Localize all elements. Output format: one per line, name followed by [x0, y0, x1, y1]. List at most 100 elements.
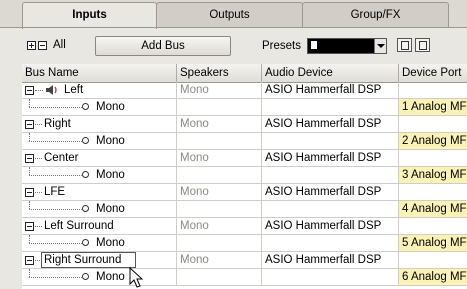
channel-row[interactable]: Mono 5 Analog MF — [22, 235, 467, 252]
bus-name-cell[interactable]: Right Surround — [22, 252, 177, 268]
channel-row[interactable]: Mono 3 Analog MF — [22, 167, 467, 184]
bus-name-cell[interactable]: Left Surround — [22, 218, 177, 234]
channel-name-cell[interactable]: Mono — [22, 201, 177, 217]
audio-device-cell[interactable]: ASIO Hammerfall DSP — [262, 116, 399, 132]
speakers-cell — [177, 235, 262, 251]
tree-line — [29, 201, 30, 209]
speakers-cell[interactable]: Mono — [177, 116, 262, 132]
device-port-cell[interactable]: 2 Analog MF — [399, 133, 467, 149]
device-port-cell[interactable] — [399, 252, 467, 268]
channel-name-cell[interactable]: Mono — [22, 235, 177, 251]
collapse-icon[interactable] — [25, 256, 34, 265]
channel-name-cell[interactable]: Mono — [22, 133, 177, 149]
tab-outputs[interactable]: Outputs — [156, 2, 303, 28]
audio-device-cell[interactable]: ASIO Hammerfall DSP — [262, 218, 399, 234]
bus-name-cell[interactable]: Left — [22, 82, 177, 98]
speakers-cell — [177, 167, 262, 183]
vst-connections-window: Inputs Outputs Group/FX All Add Bus Pres… — [0, 0, 467, 289]
device-port-cell[interactable]: 4 Analog MF — [399, 201, 467, 217]
channel-label: Mono — [96, 237, 125, 249]
bus-name-label: LFE — [44, 186, 66, 198]
channel-label: Mono — [96, 169, 125, 181]
audio-device-cell[interactable]: ASIO Hammerfall DSP — [262, 82, 399, 98]
channel-row[interactable]: Mono 4 Analog MF — [22, 201, 467, 218]
audio-device-cell[interactable]: ASIO Hammerfall DSP — [262, 150, 399, 166]
tree-line — [29, 269, 30, 277]
collapse-icon[interactable] — [25, 86, 34, 95]
presets-label: Presets — [262, 40, 301, 52]
expand-collapse-all: All — [27, 39, 66, 51]
channel-row[interactable]: Mono 1 Analog MF — [22, 99, 467, 116]
device-port-cell[interactable] — [399, 218, 467, 234]
bus-name-label: Right Surround — [44, 254, 122, 266]
bus-name-label: Center — [44, 152, 79, 164]
tab-group-fx[interactable]: Group/FX — [302, 2, 449, 28]
plug-icon — [82, 137, 89, 144]
device-port-cell[interactable] — [399, 116, 467, 132]
channel-name-cell[interactable]: Mono — [22, 99, 177, 115]
channel-row[interactable]: Mono 2 Analog MF — [22, 133, 467, 150]
bus-name-cell[interactable]: Right — [22, 116, 177, 132]
audio-device-cell[interactable]: ASIO Hammerfall DSP — [262, 252, 399, 268]
speakers-cell[interactable]: Mono — [177, 252, 262, 268]
bus-row[interactable]: Right Mono ASIO Hammerfall DSP — [22, 116, 467, 133]
device-port-cell[interactable]: 3 Analog MF — [399, 167, 467, 183]
tree-line — [29, 167, 30, 175]
bus-row[interactable]: Right Surround Mono ASIO Hammerfall DSP — [22, 252, 467, 269]
bus-row[interactable]: Left Mono ASIO Hammerfall DSP — [22, 82, 467, 99]
tab-inputs[interactable]: Inputs — [22, 2, 157, 29]
tree-line — [35, 226, 42, 227]
speakers-cell[interactable]: Mono — [177, 150, 262, 166]
col-audio-device[interactable]: Audio Device — [262, 64, 399, 82]
presets-dropdown[interactable] — [307, 38, 387, 54]
device-port-cell[interactable]: 1 Analog MF — [399, 99, 467, 115]
bus-row[interactable]: Center Mono ASIO Hammerfall DSP — [22, 150, 467, 167]
collapse-all-icon[interactable] — [38, 40, 47, 50]
tree-line — [29, 175, 82, 176]
store-preset-icon[interactable] — [397, 38, 412, 52]
speakers-cell — [177, 201, 262, 217]
bus-row[interactable]: Left Surround Mono ASIO Hammerfall DSP — [22, 218, 467, 235]
collapse-icon[interactable] — [25, 188, 34, 197]
add-bus-button[interactable]: Add Bus — [95, 36, 231, 56]
remove-preset-icon[interactable] — [415, 38, 430, 52]
expand-all-icon[interactable] — [27, 40, 36, 50]
bus-row[interactable]: LFE Mono ASIO Hammerfall DSP — [22, 184, 467, 201]
tree-line — [29, 209, 82, 210]
tree-line — [29, 107, 82, 108]
bus-name-label: Left — [64, 84, 84, 96]
tree-line — [29, 141, 82, 142]
audio-device-cell[interactable]: ASIO Hammerfall DSP — [262, 184, 399, 200]
speakers-cell[interactable]: Mono — [177, 184, 262, 200]
channel-row[interactable]: Mono 6 Analog MF — [22, 269, 467, 286]
col-speakers[interactable]: Speakers — [177, 64, 262, 82]
channel-label: Mono — [96, 271, 125, 283]
speakers-cell[interactable]: Mono — [177, 82, 262, 98]
col-device-port[interactable]: Device Port — [399, 64, 467, 82]
col-bus-name[interactable]: Bus Name — [22, 64, 177, 82]
plug-icon — [82, 103, 89, 110]
collapse-icon[interactable] — [25, 154, 34, 163]
device-port-cell[interactable]: 5 Analog MF — [399, 235, 467, 251]
table-header: Bus Name Speakers Audio Device Device Po… — [22, 64, 467, 83]
bus-name-cell[interactable]: Center — [22, 150, 177, 166]
plug-icon — [82, 205, 89, 212]
tree-line — [29, 133, 30, 141]
channel-name-cell[interactable]: Mono — [22, 167, 177, 183]
device-port-cell[interactable] — [399, 150, 467, 166]
device-port-cell[interactable]: 6 Analog MF — [399, 269, 467, 285]
device-port-cell[interactable] — [399, 184, 467, 200]
tree-line — [29, 277, 82, 278]
collapse-icon[interactable] — [25, 120, 34, 129]
plug-icon — [82, 273, 89, 280]
tab-divider — [0, 27, 467, 28]
bus-name-cell[interactable]: LFE — [22, 184, 177, 200]
collapse-icon[interactable] — [25, 222, 34, 231]
audio-device-cell — [262, 167, 399, 183]
channel-name-cell[interactable]: Mono — [22, 269, 177, 285]
audio-device-cell — [262, 201, 399, 217]
device-port-cell[interactable] — [399, 82, 467, 98]
speakers-cell[interactable]: Mono — [177, 218, 262, 234]
channel-label: Mono — [96, 101, 125, 113]
chevron-down-icon[interactable] — [374, 39, 386, 53]
